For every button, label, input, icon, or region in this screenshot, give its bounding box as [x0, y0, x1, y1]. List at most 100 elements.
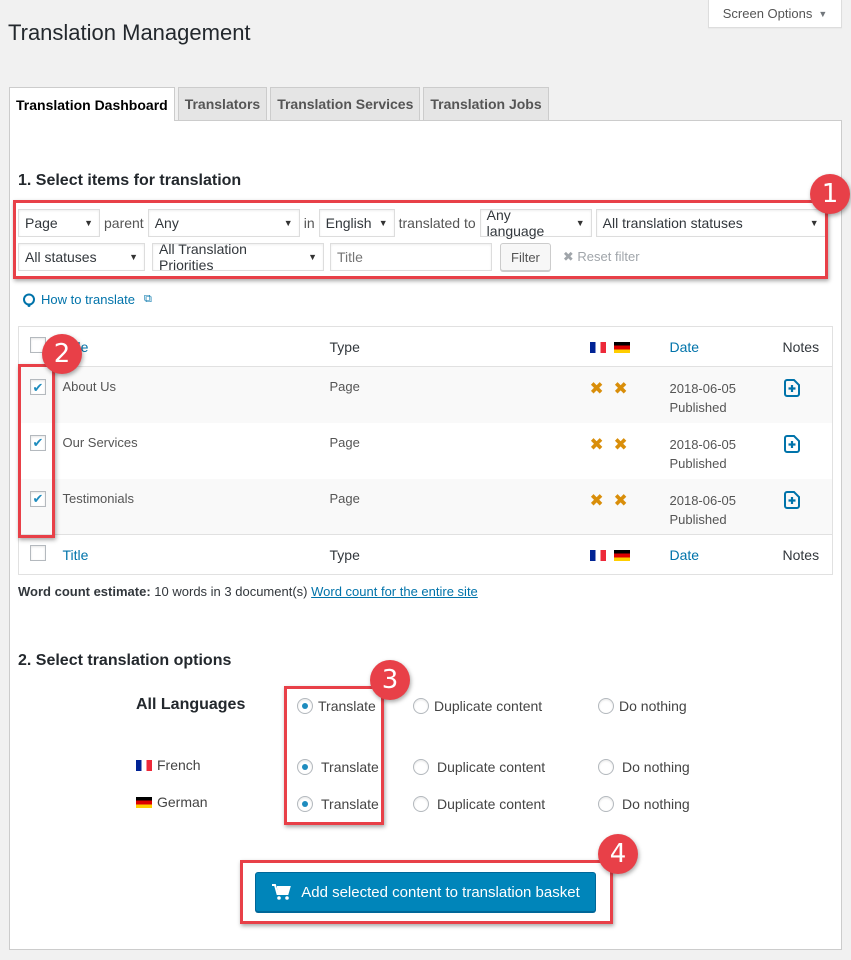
add-note-icon[interactable]	[783, 490, 801, 509]
row-checkbox[interactable]: ✔	[30, 379, 46, 395]
parent-select[interactable]: Any ▼	[147, 209, 300, 237]
screen-options-label: Screen Options	[722, 6, 813, 21]
french-duplicate-option[interactable]: Duplicate content	[413, 759, 545, 775]
annotation-badge-2: 2	[42, 334, 82, 374]
date-column-footer[interactable]: Date	[670, 547, 700, 563]
tab-translation-jobs[interactable]: Translation Jobs	[423, 87, 549, 120]
chevron-down-icon: ▼	[809, 218, 819, 228]
post-type-value: Page	[25, 215, 58, 231]
french-flag-icon	[589, 550, 606, 562]
add-note-icon[interactable]	[783, 379, 801, 397]
add-to-basket-button[interactable]: Add selected content to translation bask…	[255, 872, 596, 912]
row-title: Our Services	[62, 434, 138, 450]
language-name: French	[157, 757, 201, 773]
all-nothing-option[interactable]: Do nothing	[598, 698, 687, 714]
option-label: Do nothing	[622, 796, 690, 812]
help-icon	[23, 293, 35, 307]
option-label: Do nothing	[622, 759, 690, 775]
german-nothing-option[interactable]: Do nothing	[598, 796, 690, 812]
how-to-translate-label: How to translate	[41, 292, 135, 307]
reset-filter-label: Reset filter	[577, 249, 640, 264]
chevron-down-icon: ▼	[308, 252, 317, 262]
french-translate-option[interactable]: Translate	[297, 759, 379, 775]
post-status-select[interactable]: All statuses ▼	[18, 243, 145, 271]
screen-options-button[interactable]: Screen Options ▼	[708, 0, 842, 28]
not-translated-icon[interactable]: ✖	[614, 435, 629, 455]
chevron-down-icon: ▼	[84, 218, 93, 228]
filter-button[interactable]: Filter	[500, 243, 551, 271]
german-flag-icon	[613, 550, 630, 562]
tab-translation-dashboard[interactable]: Translation Dashboard	[9, 87, 175, 121]
priority-select[interactable]: All Translation Priorities ▼	[152, 241, 324, 273]
radio-duplicate-german[interactable]	[413, 796, 429, 812]
radio-nothing-german[interactable]	[598, 796, 614, 812]
word-count-label: Word count estimate:	[18, 584, 151, 599]
items-table: Title Type Date Notes ✔ About Us Page ✖ ✖…	[18, 326, 833, 575]
row-date: 2018-06-05	[669, 436, 737, 452]
table-row: ✔ Our Services Page ✖ ✖ 2018-06-05 Publish…	[19, 423, 833, 479]
post-type-select[interactable]: Page ▼	[18, 209, 100, 237]
option-label: Translate	[321, 796, 379, 812]
language-german-label: German	[136, 794, 208, 810]
reset-filter-link[interactable]: ✖ Reset filter	[563, 249, 640, 265]
word-count-site-link[interactable]: Word count for the entire site	[311, 584, 478, 599]
not-translated-icon[interactable]: ✖	[614, 379, 629, 399]
date-column-header[interactable]: Date	[670, 339, 700, 355]
german-flag-icon	[613, 342, 630, 354]
target-language-select[interactable]: Any language ▼	[479, 207, 592, 239]
french-flag-icon	[136, 759, 152, 771]
option-label: Translate	[321, 759, 379, 775]
not-translated-icon[interactable]: ✖	[590, 491, 605, 511]
french-nothing-option[interactable]: Do nothing	[598, 759, 690, 775]
radio-nothing-all[interactable]	[598, 698, 614, 714]
annotation-badge-3: 3	[370, 660, 410, 700]
not-translated-icon[interactable]: ✖	[614, 491, 629, 511]
chevron-down-icon: ▼	[283, 218, 293, 228]
page-title: Translation Management	[8, 20, 251, 45]
title-search-input[interactable]	[330, 243, 492, 271]
option-label: Duplicate content	[434, 698, 543, 714]
translation-status-value: All translation statuses	[602, 215, 743, 231]
translated-to-label: translated to	[398, 215, 476, 231]
tab-translators[interactable]: Translators	[177, 87, 268, 120]
notes-column-header: Notes	[782, 338, 820, 355]
title-column-footer[interactable]: Title	[63, 547, 89, 563]
radio-nothing-french[interactable]	[598, 759, 614, 775]
type-column-header: Type	[329, 338, 360, 355]
radio-translate-french[interactable]	[297, 759, 313, 775]
parent-value: Any	[154, 215, 179, 231]
chevron-down-icon: ▼	[378, 218, 388, 228]
row-checkbox[interactable]: ✔	[30, 434, 46, 451]
chevron-down-icon: ▼	[575, 218, 585, 228]
how-to-translate-link[interactable]: How to translate ⧉	[22, 292, 152, 307]
row-title: About Us	[62, 379, 116, 394]
row-checkbox[interactable]: ✔	[30, 490, 46, 507]
tab-translation-services[interactable]: Translation Services	[270, 87, 421, 120]
table-row: ✔ About Us Page ✖ ✖ 2018-06-05 Published	[18, 366, 833, 423]
add-to-basket-label: Add selected content to translation bask…	[301, 883, 580, 901]
radio-duplicate-french[interactable]	[413, 759, 429, 775]
radio-duplicate-all[interactable]	[413, 698, 429, 714]
table-footer-row: Title Type Date Notes	[18, 534, 833, 575]
select-all-checkbox-footer[interactable]	[30, 545, 46, 561]
german-translate-option[interactable]: Translate	[297, 796, 379, 812]
row-status: Published	[669, 455, 727, 471]
translation-status-select[interactable]: All translation statuses ▼	[595, 209, 826, 237]
all-translate-option[interactable]: Translate	[297, 698, 376, 714]
word-count-text: 10 words in 3 document(s)	[154, 584, 308, 599]
table-row: ✔ Testimonials Page ✖ ✖ 2018-06-05 Publish…	[18, 478, 833, 535]
german-duplicate-option[interactable]: Duplicate content	[413, 796, 545, 812]
source-language-select[interactable]: English ▼	[318, 209, 395, 237]
row-type: Page	[329, 490, 360, 506]
not-translated-icon[interactable]: ✖	[590, 379, 605, 399]
row-type: Page	[329, 434, 360, 450]
radio-translate-german[interactable]	[297, 796, 313, 812]
all-languages-label: All Languages	[136, 696, 246, 713]
radio-translate-all[interactable]	[297, 698, 313, 714]
chevron-down-icon: ▼	[129, 252, 138, 262]
french-flag-icon	[589, 342, 606, 354]
add-note-icon[interactable]	[783, 434, 801, 453]
not-translated-icon[interactable]: ✖	[590, 435, 605, 455]
caret-down-icon: ▼	[818, 8, 828, 19]
all-duplicate-option[interactable]: Duplicate content	[413, 698, 542, 714]
